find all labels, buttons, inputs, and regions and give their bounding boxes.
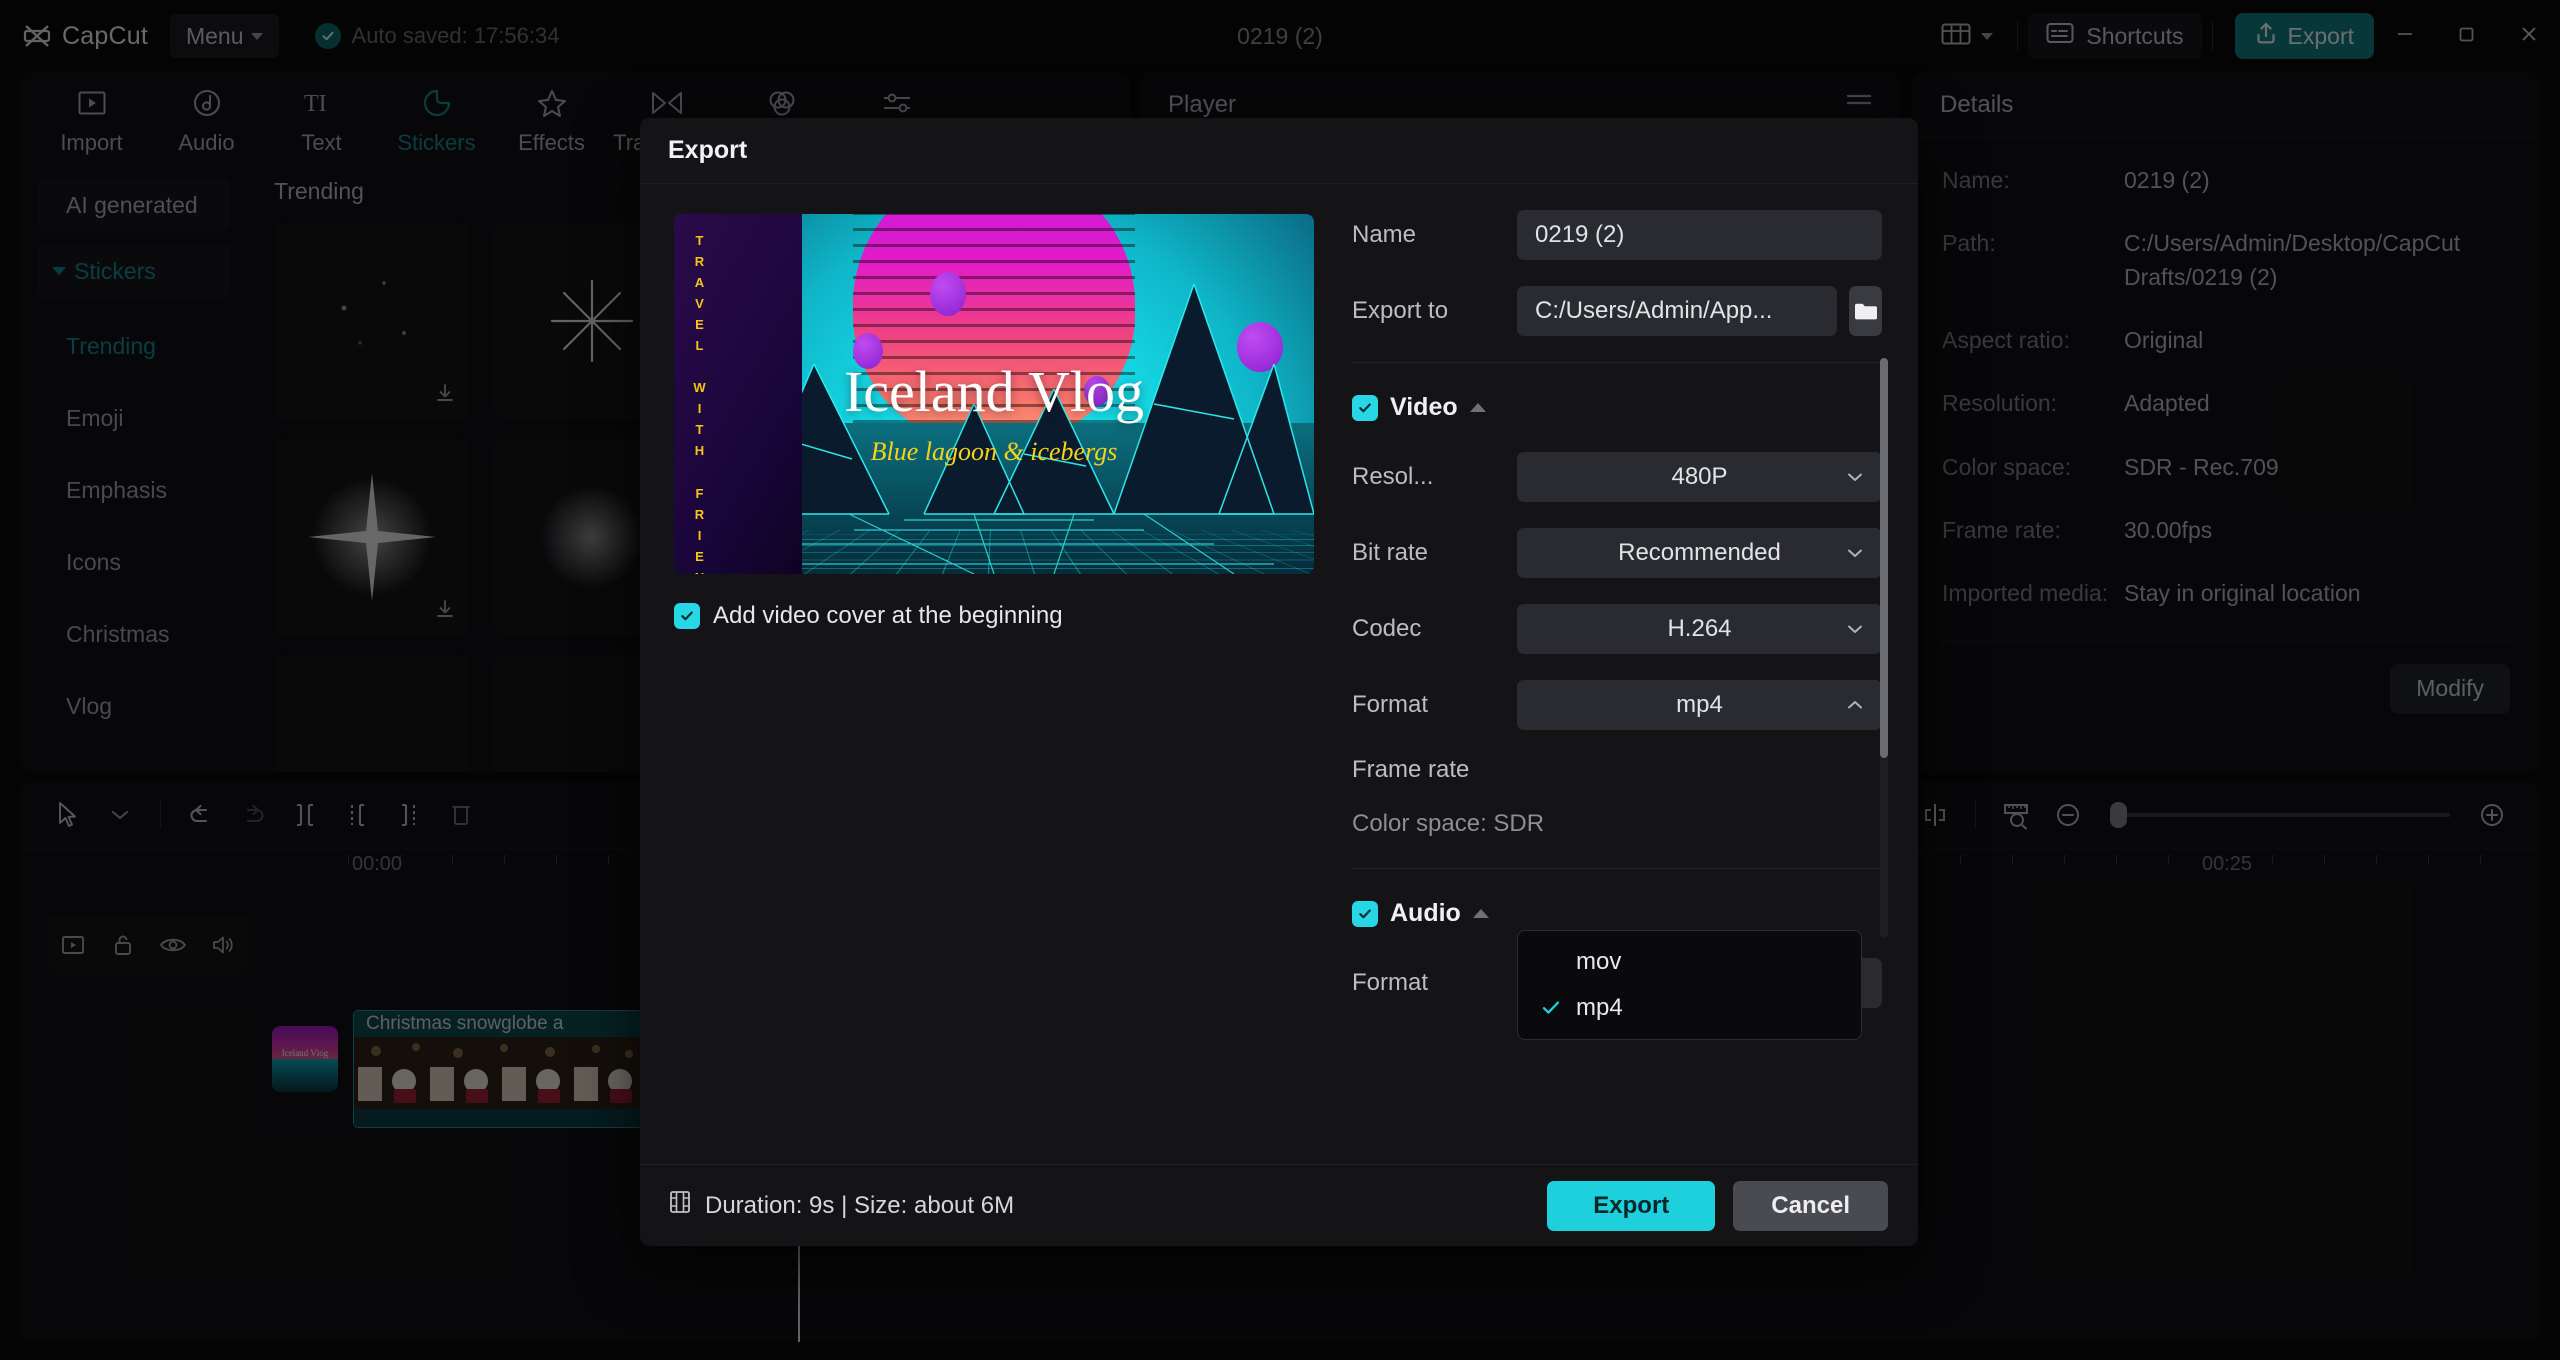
resolution-select[interactable]: 480P (1517, 452, 1882, 502)
chevron-up-icon (1848, 701, 1862, 709)
export-dialog-body: TRAVEL WITH FRIENDS Iceland Vlog Blue la… (640, 184, 1918, 1164)
export-confirm-button[interactable]: Export (1547, 1180, 1716, 1231)
divider (1352, 362, 1882, 363)
folder-icon (1854, 303, 1877, 320)
format-option-mov[interactable]: mov (1518, 939, 1861, 985)
chevron-down-icon (1848, 473, 1862, 481)
codec-value: H.264 (1667, 615, 1732, 642)
codec-select[interactable]: H.264 (1517, 604, 1882, 654)
format-label: Format (1352, 691, 1429, 718)
format-option-label: mp4 (1576, 994, 1623, 1021)
settings-scrollbar-thumb[interactable] (1880, 358, 1888, 758)
codec-label: Codec (1352, 615, 1422, 642)
cancel-button[interactable]: Cancel (1733, 1180, 1888, 1231)
settings-scrollbar[interactable] (1880, 358, 1888, 938)
audio-section-title: Audio (1390, 899, 1461, 927)
check-icon (1540, 999, 1562, 1017)
export-dialog-title: Export (640, 118, 1918, 184)
field-row-export-to: Export to C:/Users/Admin/App... (1352, 286, 1882, 336)
audio-section-header: Audio (1352, 899, 1882, 928)
resolution-value: 480P (1671, 463, 1728, 490)
browse-folder-button[interactable] (1849, 286, 1882, 336)
format-option-label: mov (1576, 948, 1622, 975)
name-input[interactable]: 0219 (2) (1517, 210, 1882, 260)
export-confirm-label: Export (1593, 1191, 1670, 1219)
chevron-down-icon (1848, 549, 1862, 557)
bitrate-value: Recommended (1618, 539, 1781, 566)
export-dialog: Export T R A V E L W I T H F R I E Icela… (640, 118, 1918, 1246)
framerate-label: Frame rate (1352, 756, 1470, 783)
bitrate-label: Bit rate (1352, 539, 1429, 566)
format-dropdown-menu[interactable]: mov mp4 (1517, 930, 1862, 1040)
divider (1352, 868, 1882, 869)
format-select[interactable]: mp4 (1517, 680, 1882, 730)
cover-preview-section: TRAVEL WITH FRIENDS Iceland Vlog Blue la… (674, 214, 1314, 630)
cover-title: Iceland Vlog (843, 359, 1145, 424)
field-row-codec: Codec H.264 (1352, 604, 1882, 654)
checkbox-checked-icon (674, 603, 700, 629)
field-row-bitrate: Bit rate Recommended (1352, 528, 1882, 578)
video-section-title: Video (1390, 393, 1458, 421)
export-to-label: Export to (1352, 297, 1449, 324)
export-dialog-footer: Duration: 9s | Size: about 6M Export Can… (640, 1164, 1918, 1246)
export-path-input[interactable]: C:/Users/Admin/App... (1517, 286, 1837, 336)
color-space-note-row: Color space: SDR (1352, 810, 1882, 838)
chevron-down-icon (1848, 625, 1862, 633)
duration-info: Duration: 9s | Size: about 6M (668, 1189, 1014, 1222)
film-strip-icon (668, 1189, 692, 1222)
add-video-cover-checkbox[interactable]: Add video cover at the beginning (674, 602, 1314, 630)
cover-preview[interactable]: TRAVEL WITH FRIENDS Iceland Vlog Blue la… (674, 214, 1314, 574)
add-video-cover-label: Add video cover at the beginning (713, 602, 1063, 629)
audio-section-checkbox[interactable] (1352, 900, 1378, 927)
field-row-resolution: Resol... 480P (1352, 452, 1882, 502)
resolution-label: Resol... (1352, 463, 1434, 490)
field-row-format: Format mp4 (1352, 680, 1882, 730)
field-row-framerate: Frame rate (1352, 756, 1882, 784)
audio-format-label: Format (1352, 969, 1429, 996)
cancel-button-label: Cancel (1771, 1191, 1850, 1219)
bitrate-select[interactable]: Recommended (1517, 528, 1882, 578)
color-space-note: Color space: SDR (1352, 810, 1545, 837)
field-row-name: Name 0219 (2) (1352, 210, 1882, 260)
format-option-mp4[interactable]: mp4 (1518, 985, 1861, 1031)
chevron-up-icon[interactable] (1469, 403, 1486, 412)
cover-artwork: TRAVEL WITH FRIENDS Iceland Vlog Blue la… (674, 214, 1314, 574)
chevron-up-icon[interactable] (1472, 909, 1489, 918)
format-value: mp4 (1676, 691, 1723, 718)
video-section-checkbox[interactable] (1352, 394, 1378, 421)
export-settings-form: Name 0219 (2) Export to C:/Users/Admin/A… (1352, 210, 1888, 1140)
duration-text: Duration: 9s | Size: about 6M (705, 1191, 1015, 1219)
cover-subtitle: Blue lagoon & icebergs (870, 437, 1118, 467)
capcut-window: CapCut Menu Auto saved: 17:56:34 0219 (2… (0, 0, 2560, 1360)
name-label: Name (1352, 221, 1417, 248)
video-section-header: Video (1352, 393, 1882, 422)
